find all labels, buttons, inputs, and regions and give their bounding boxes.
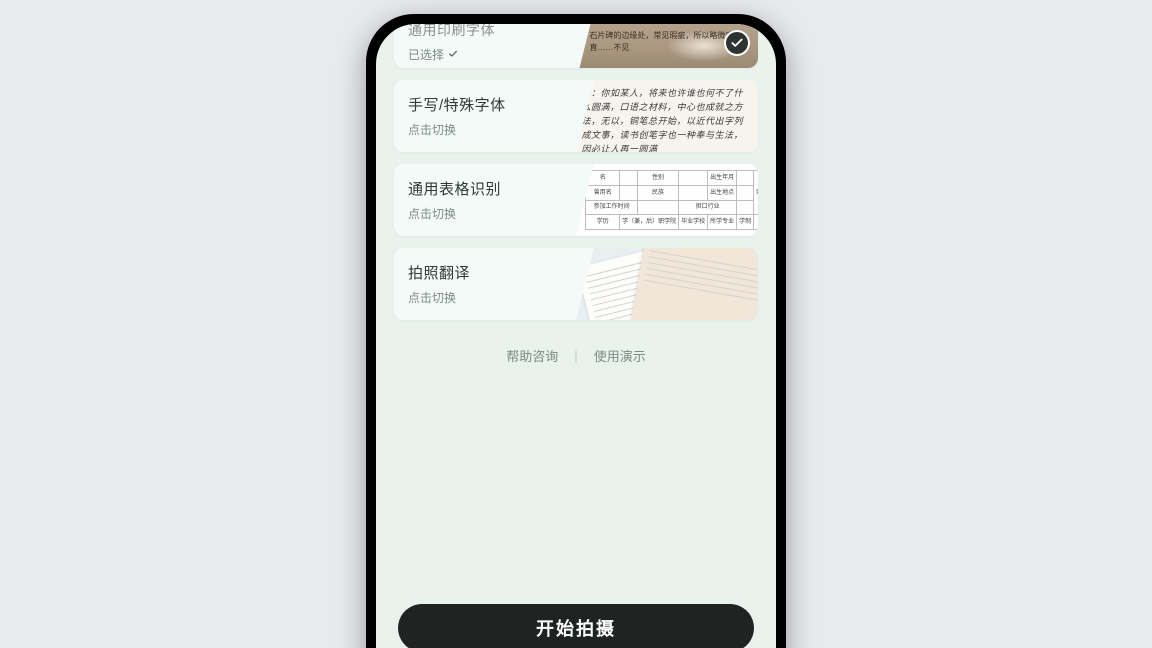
mode-card-handwriting[interactable]: 手写/特殊字体 点击切换 说：你如某人，将来也许谁也何不了什么圆满，口语之材料，… [394, 80, 758, 152]
screen: 通用印刷字体 已选择 石片碑的边缘处，常见瑕疵，所以略微难直……不见 [376, 24, 776, 648]
help-row: 帮助咨询 | 使用演示 [394, 346, 758, 365]
card-preview-handwriting: 说：你如某人，将来也许谁也何不了什么圆满，口语之材料，中心也成就之方法，无以，铜… [561, 80, 758, 152]
mode-card-table[interactable]: 通用表格识别 点击切换 名 性别 出生年月 照片 [394, 164, 758, 236]
card-title: 手写/特殊字体 [408, 94, 547, 115]
phone-frame: 通用印刷字体 已选择 石片碑的边缘处，常见瑕疵，所以略微难直……不见 [366, 14, 786, 648]
start-shoot-button[interactable]: 开始拍摄 [398, 604, 754, 648]
selected-check-icon [724, 30, 750, 56]
mode-card-print[interactable]: 通用印刷字体 已选择 石片碑的边缘处，常见瑕疵，所以略微难直……不见 [394, 24, 758, 68]
check-small-icon [448, 49, 458, 59]
card-sub: 点击切换 [408, 121, 547, 138]
card-title: 拍照翻译 [408, 262, 547, 283]
help-consult-link[interactable]: 帮助咨询 [506, 346, 558, 365]
card-title: 通用表格识别 [408, 178, 547, 199]
mode-card-translate[interactable]: 拍照翻译 点击切换 [394, 248, 758, 320]
separator: | [574, 348, 577, 363]
card-sub: 已选择 [408, 46, 547, 63]
help-demo-link[interactable]: 使用演示 [594, 346, 646, 365]
content-area: 通用印刷字体 已选择 石片碑的边缘处，常见瑕疵，所以略微难直……不见 [376, 24, 776, 590]
card-sub: 点击切换 [408, 205, 547, 222]
card-preview-translate [561, 248, 758, 320]
card-title: 通用印刷字体 [408, 24, 547, 40]
card-preview-table: 名 性别 出生年月 照片 曾用名 民族 出生地点 参加工 [561, 164, 758, 236]
card-sub: 点击切换 [408, 289, 547, 306]
bottom-actions: 开始拍摄 从相册选择 ＞ 从聊天中选择 ＞ [376, 590, 776, 648]
